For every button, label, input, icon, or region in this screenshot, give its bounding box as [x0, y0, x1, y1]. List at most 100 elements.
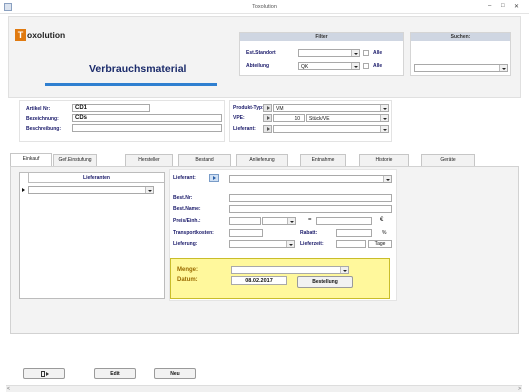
- tab-anlieferung[interactable]: Anlieferung: [236, 154, 288, 166]
- preis-equals: =: [308, 217, 312, 223]
- vpe-label: VPE:: [233, 115, 245, 121]
- window-title: Toxolution: [252, 4, 277, 10]
- chevron-down-icon[interactable]: [380, 126, 388, 132]
- bestnr-field[interactable]: [229, 194, 392, 202]
- detail-lieferant-select[interactable]: [229, 175, 392, 183]
- bestnr-label: Best.Nr:: [173, 195, 193, 201]
- preis-label: Preis/Einh.:: [173, 218, 201, 224]
- lieferung-select[interactable]: [229, 240, 295, 248]
- details-panel: Lieferant: Best.Nr: Best.Name: Preis/Ein…: [169, 169, 397, 301]
- logo-mark: T: [15, 29, 26, 41]
- produkt-typ-nav-icon[interactable]: [263, 104, 272, 112]
- produkt-lieferant-select[interactable]: [273, 125, 389, 133]
- exit-button[interactable]: [23, 368, 65, 379]
- preis-unit-select[interactable]: [262, 217, 296, 225]
- chevron-down-icon[interactable]: [351, 63, 359, 69]
- maximize-button[interactable]: □: [501, 3, 505, 9]
- tab-entnahme[interactable]: Entnahme: [300, 154, 346, 166]
- produkt-typ-select[interactable]: VM: [273, 104, 389, 112]
- lieferzeit-field[interactable]: [336, 240, 366, 248]
- artikel-nr-field[interactable]: CD1: [72, 104, 150, 112]
- tab-gef-einstufung[interactable]: Gef.Einstufung: [53, 154, 97, 166]
- filter-panel: Filter Est.Standort Alle Abteilung QK Al…: [239, 32, 404, 76]
- vpe-quantity-value: 10: [294, 116, 300, 122]
- logo-text: oxolution: [27, 30, 66, 40]
- filter-header: Filter: [240, 33, 403, 41]
- tab-content: Lieferanten Lieferant: Best.Nr: Best.Nam…: [10, 166, 519, 334]
- title-bar: Toxolution – □ ✕: [0, 0, 529, 14]
- vpe-nav-icon[interactable]: [263, 114, 272, 122]
- chevron-down-icon[interactable]: [380, 115, 388, 121]
- vpe-unit-select[interactable]: Stück/VE: [306, 114, 389, 122]
- standort-alle-label: Alle: [373, 50, 383, 56]
- standort-select[interactable]: [298, 49, 360, 57]
- tab-geraete[interactable]: Geräte: [421, 154, 475, 166]
- neu-button[interactable]: Neu: [154, 368, 196, 379]
- produkt-lieferant-label: Lieferant:: [233, 126, 256, 132]
- tab-historie[interactable]: Historie: [359, 154, 409, 166]
- chevron-down-icon[interactable]: [145, 187, 153, 193]
- play-icon: [213, 176, 216, 180]
- lieferung-label: Lieferung:: [173, 241, 198, 247]
- tage-label: Tage: [368, 240, 392, 248]
- vpe-quantity-field[interactable]: 10: [273, 114, 305, 122]
- transport-field[interactable]: [229, 229, 263, 237]
- exit-arrow-icon: [46, 372, 49, 376]
- lieferzeit-label: Lieferzeit:: [300, 241, 324, 247]
- bezeichnung-field[interactable]: CDs: [72, 114, 222, 122]
- chevron-down-icon[interactable]: [351, 50, 359, 56]
- abteilung-alle-checkbox[interactable]: [363, 63, 369, 69]
- horizontal-scrollbar[interactable]: < >: [6, 385, 522, 392]
- percent-label: %: [382, 230, 387, 236]
- preis-field[interactable]: [229, 217, 261, 225]
- chevron-down-icon[interactable]: [340, 267, 348, 273]
- edit-button[interactable]: Edit: [94, 368, 136, 379]
- order-box: Menge: Datum: 08.02.2017 Bestellung: [170, 258, 390, 299]
- datum-field[interactable]: 08.02.2017: [231, 276, 287, 285]
- title-underline: [45, 83, 217, 86]
- scroll-left-icon[interactable]: <: [7, 386, 10, 392]
- lieferanten-header: Lieferanten: [28, 173, 164, 183]
- beschreibung-field[interactable]: [72, 124, 222, 132]
- produkt-typ-value: VM: [276, 106, 284, 112]
- beschreibung-label: Beschreibung:: [26, 126, 62, 132]
- chevron-down-icon[interactable]: [286, 241, 294, 247]
- close-button[interactable]: ✕: [514, 3, 519, 10]
- menge-label: Menge:: [177, 267, 198, 273]
- currency-label: €: [380, 217, 384, 223]
- standort-alle-checkbox[interactable]: [363, 50, 369, 56]
- menge-select[interactable]: [231, 266, 349, 274]
- bestellung-button[interactable]: Bestellung: [297, 276, 353, 288]
- search-panel: Suchen:: [410, 32, 511, 76]
- chevron-down-icon[interactable]: [383, 176, 391, 182]
- transport-label: Transportkosten:: [173, 230, 214, 236]
- artikel-panel: Artikel Nr: CD1 Bezeichnung: CDs Beschre…: [19, 100, 225, 142]
- artikel-nr-value: CD1: [75, 105, 88, 111]
- page-title: Verbrauchsmaterial: [89, 63, 187, 75]
- preis-total-field[interactable]: [316, 217, 372, 225]
- standort-label: Est.Standort: [246, 50, 276, 56]
- tab-bestand[interactable]: Bestand: [178, 154, 231, 166]
- tab-hersteller[interactable]: Hersteller: [125, 154, 173, 166]
- chevron-down-icon[interactable]: [499, 65, 507, 71]
- tab-einkauf[interactable]: Einkauf: [10, 153, 52, 166]
- datum-label: Datum:: [177, 277, 198, 283]
- chevron-down-icon[interactable]: [287, 218, 295, 224]
- bezeichnung-label: Bezeichnung:: [26, 116, 59, 122]
- rabatt-label: Rabatt:: [300, 230, 318, 236]
- lieferanten-row-select[interactable]: [28, 186, 154, 194]
- minimize-button[interactable]: –: [488, 3, 491, 9]
- search-select[interactable]: [414, 64, 508, 72]
- bestname-label: Best.Name:: [173, 206, 201, 212]
- produkt-lieferant-nav-icon[interactable]: [263, 125, 272, 133]
- chevron-down-icon[interactable]: [380, 105, 388, 111]
- bestname-field[interactable]: [229, 205, 392, 213]
- produkt-panel: Produkt-Typ: VM VPE: 10 Stück/VE Liefera…: [229, 100, 392, 142]
- rabatt-field[interactable]: [336, 229, 372, 237]
- exit-door-icon: [41, 371, 45, 377]
- bezeichnung-value: CDs: [75, 115, 88, 121]
- abteilung-label: Abteilung: [246, 63, 270, 69]
- abteilung-select[interactable]: QK: [298, 62, 360, 70]
- abteilung-value: QK: [301, 64, 309, 70]
- scroll-right-icon[interactable]: >: [518, 386, 521, 392]
